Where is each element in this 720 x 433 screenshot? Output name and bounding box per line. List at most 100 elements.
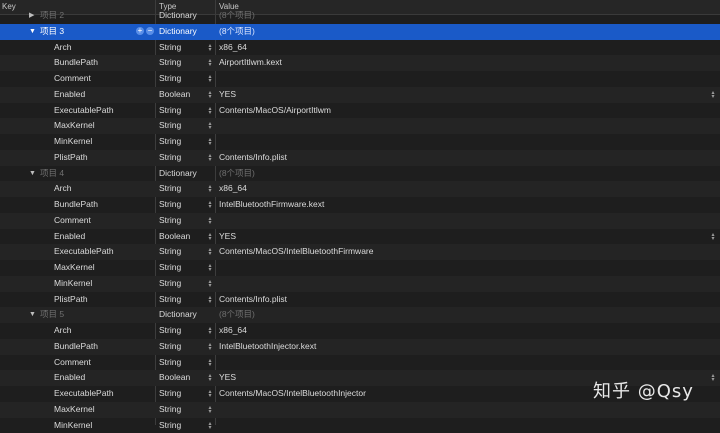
key-cell[interactable]: 项目 5 <box>40 307 154 323</box>
type-stepper-icon[interactable]: ▴▾ <box>207 343 213 351</box>
dictionary-row[interactable]: ▶ 项目 2 Dictionary(8个项目) <box>0 8 720 24</box>
key-cell[interactable]: Enabled <box>54 87 154 103</box>
type-stepper-icon[interactable]: ▴▾ <box>207 91 213 99</box>
key-cell[interactable]: MinKernel <box>54 276 154 292</box>
value-cell[interactable]: x86_64 <box>219 40 709 56</box>
key-cell[interactable]: MaxKernel <box>54 118 154 134</box>
value-cell[interactable]: Contents/MacOS/IntelBluetoothFirmware <box>219 244 709 260</box>
key-cell[interactable]: MaxKernel <box>54 260 154 276</box>
key-cell[interactable]: Comment <box>54 213 154 229</box>
value-cell[interactable] <box>219 134 709 150</box>
table-row[interactable]: BundlePathString▴▾AirportItlwm.kext <box>0 55 720 71</box>
type-stepper-icon[interactable]: ▴▾ <box>207 154 213 162</box>
value-cell[interactable]: YES <box>219 229 709 245</box>
value-cell[interactable] <box>219 355 709 371</box>
value-cell[interactable]: Contents/MacOS/AirportItlwm <box>219 103 709 119</box>
key-cell[interactable]: 项目 2 <box>40 8 154 24</box>
key-cell[interactable]: BundlePath <box>54 339 154 355</box>
type-stepper-icon[interactable]: ▴▾ <box>207 75 213 83</box>
type-stepper-icon[interactable]: ▴▾ <box>207 107 213 115</box>
table-row[interactable]: PlistPathString▴▾Contents/Info.plist <box>0 150 720 166</box>
value-cell[interactable] <box>219 118 709 134</box>
table-row[interactable]: MinKernelString▴▾ <box>0 134 720 150</box>
table-row[interactable]: MinKernelString▴▾ <box>0 418 720 433</box>
type-cell[interactable]: Dictionary <box>159 307 215 323</box>
value-cell[interactable] <box>219 260 709 276</box>
table-row[interactable]: ExecutablePathString▴▾Contents/MacOS/Int… <box>0 244 720 260</box>
type-stepper-icon[interactable]: ▴▾ <box>207 138 213 146</box>
type-stepper-icon[interactable]: ▴▾ <box>207 217 213 225</box>
table-row[interactable]: ArchString▴▾x86_64 <box>0 40 720 56</box>
dictionary-row[interactable]: ▼项目 5 Dictionary(8个项目) <box>0 307 720 323</box>
table-row[interactable]: ArchString▴▾x86_64 <box>0 323 720 339</box>
type-stepper-icon[interactable]: ▴▾ <box>207 264 213 272</box>
key-cell[interactable]: ExecutablePath <box>54 244 154 260</box>
table-row[interactable]: EnabledBoolean▴▾YES▴▾ <box>0 229 720 245</box>
type-stepper-icon[interactable]: ▴▾ <box>207 280 213 288</box>
disclosure-triangle-icon[interactable]: ▼ <box>29 307 36 323</box>
dictionary-row[interactable]: ▼项目 4Dictionary(8个项目) <box>0 166 720 182</box>
key-cell[interactable]: PlistPath <box>54 150 154 166</box>
boolean-stepper-icon[interactable]: ▴▾ <box>710 91 716 99</box>
key-cell[interactable]: BundlePath <box>54 197 154 213</box>
key-cell[interactable]: MinKernel <box>54 134 154 150</box>
table-row[interactable]: CommentString▴▾ <box>0 355 720 371</box>
value-cell[interactable] <box>219 276 709 292</box>
table-row[interactable]: BundlePathString▴▾IntelBluetoothFirmware… <box>0 197 720 213</box>
table-row[interactable]: EnabledBoolean▴▾YES▴▾ <box>0 87 720 103</box>
type-stepper-icon[interactable]: ▴▾ <box>207 233 213 241</box>
table-row[interactable]: BundlePathString▴▾IntelBluetoothInjector… <box>0 339 720 355</box>
table-row[interactable]: ArchString▴▾x86_64 <box>0 181 720 197</box>
type-cell[interactable]: Dictionary <box>159 166 215 182</box>
key-cell[interactable]: Comment <box>54 355 154 371</box>
table-row[interactable]: MaxKernelString▴▾ <box>0 118 720 134</box>
table-row[interactable]: ExecutablePathString▴▾Contents/MacOS/Air… <box>0 103 720 119</box>
value-cell[interactable] <box>219 402 709 418</box>
value-cell[interactable]: x86_64 <box>219 181 709 197</box>
type-stepper-icon[interactable]: ▴▾ <box>207 390 213 398</box>
disclosure-triangle-icon[interactable]: ▼ <box>29 24 36 40</box>
key-cell[interactable]: ExecutablePath <box>54 103 154 119</box>
type-stepper-icon[interactable]: ▴▾ <box>207 185 213 193</box>
key-cell[interactable]: Enabled <box>54 370 154 386</box>
type-stepper-icon[interactable]: ▴▾ <box>207 359 213 367</box>
value-cell[interactable]: Contents/Info.plist <box>219 150 709 166</box>
value-cell[interactable] <box>219 71 709 87</box>
value-cell[interactable]: (8个项目) <box>219 8 709 24</box>
key-cell[interactable]: Arch <box>54 181 154 197</box>
boolean-stepper-icon[interactable]: ▴▾ <box>710 233 716 241</box>
type-cell[interactable]: Dictionary <box>159 24 215 40</box>
table-row[interactable]: MaxKernelString▴▾ <box>0 402 720 418</box>
value-cell[interactable]: x86_64 <box>219 323 709 339</box>
key-cell[interactable]: MaxKernel <box>54 402 154 418</box>
table-row[interactable]: CommentString▴▾ <box>0 213 720 229</box>
key-cell[interactable]: Arch <box>54 323 154 339</box>
type-stepper-icon[interactable]: ▴▾ <box>207 406 213 414</box>
type-stepper-icon[interactable]: ▴▾ <box>207 248 213 256</box>
value-cell[interactable]: (8个项目) <box>219 24 709 40</box>
type-stepper-icon[interactable]: ▴▾ <box>207 296 213 304</box>
type-stepper-icon[interactable]: ▴▾ <box>207 327 213 335</box>
type-stepper-icon[interactable]: ▴▾ <box>207 59 213 67</box>
type-stepper-icon[interactable]: ▴▾ <box>207 422 213 430</box>
value-cell[interactable]: IntelBluetoothFirmware.kext <box>219 197 709 213</box>
remove-icon[interactable]: − <box>146 27 154 35</box>
value-cell[interactable]: AirportItlwm.kext <box>219 55 709 71</box>
table-row[interactable]: PlistPathString▴▾Contents/Info.plist <box>0 292 720 308</box>
value-cell[interactable]: (8个项目) <box>219 166 709 182</box>
disclosure-triangle-icon[interactable]: ▶ <box>29 8 34 24</box>
value-cell[interactable]: (8个项目) <box>219 307 709 323</box>
key-cell[interactable]: BundlePath <box>54 55 154 71</box>
table-row[interactable]: MinKernelString▴▾ <box>0 276 720 292</box>
key-cell[interactable]: ExecutablePath <box>54 386 154 402</box>
disclosure-triangle-icon[interactable]: ▼ <box>29 166 36 182</box>
key-cell[interactable]: Enabled <box>54 229 154 245</box>
key-cell[interactable]: PlistPath <box>54 292 154 308</box>
boolean-stepper-icon[interactable]: ▴▾ <box>710 374 716 382</box>
type-cell[interactable]: Dictionary <box>159 8 215 24</box>
key-cell[interactable]: MinKernel <box>54 418 154 433</box>
type-stepper-icon[interactable]: ▴▾ <box>207 44 213 52</box>
value-cell[interactable]: Contents/Info.plist <box>219 292 709 308</box>
table-row[interactable]: MaxKernelString▴▾ <box>0 260 720 276</box>
type-stepper-icon[interactable]: ▴▾ <box>207 374 213 382</box>
